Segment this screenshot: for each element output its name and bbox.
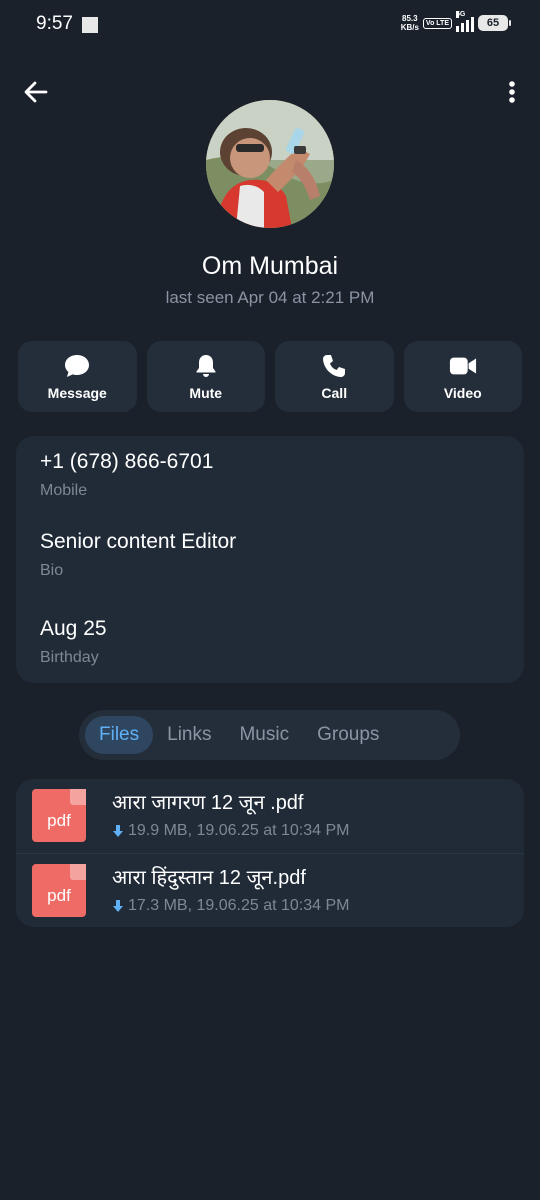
file-name: आरा हिंदुस्तान 12 जून.pdf: [112, 867, 306, 889]
files-list: pdf आरा जागरण 12 जून .pdf 19.9 MB, 19.06…: [16, 779, 524, 927]
notification-square-icon: [82, 17, 98, 33]
tab-music[interactable]: Music: [225, 716, 303, 754]
back-button[interactable]: [20, 76, 52, 108]
status-bar: 9:57 85.3 KB/s Vo LTE 5G 65: [0, 0, 540, 50]
video-label: Video: [443, 384, 482, 401]
network-speed-unit: KB/s: [400, 23, 419, 32]
bio-row[interactable]: Senior content Editor Bio: [40, 530, 236, 580]
download-arrow-icon: [113, 900, 123, 912]
bell-icon: [192, 353, 220, 379]
battery-icon: 65: [478, 15, 511, 31]
tab-links[interactable]: Links: [153, 716, 225, 754]
action-buttons: Message Mute Call Video: [18, 341, 522, 412]
arrow-left-icon: [24, 81, 48, 103]
phone-icon: [320, 353, 348, 379]
pdf-icon-text: pdf: [47, 811, 71, 830]
birthday-row[interactable]: Aug 25 Birthday: [40, 617, 107, 667]
file-meta: 19.9 MB, 19.06.25 at 10:34 PM: [112, 822, 349, 840]
info-card: +1 (678) 866-6701 Mobile Senior content …: [16, 436, 524, 683]
volte-icon: Vo LTE: [422, 17, 452, 29]
chat-bubble-icon: [63, 353, 91, 379]
birthday-date: Aug 25: [40, 617, 107, 640]
file-item[interactable]: pdf आरा जागरण 12 जून .pdf 19.9 MB, 19.06…: [16, 779, 524, 853]
file-meta: 17.3 MB, 19.06.25 at 10:34 PM: [112, 897, 349, 915]
more-vertical-icon: [509, 81, 515, 103]
media-tabs: Files Links Music Groups: [79, 710, 460, 760]
last-seen-status: last seen Apr 04 at 2:21 PM: [165, 288, 375, 307]
message-button[interactable]: Message: [18, 341, 137, 412]
phone-label: Mobile: [40, 482, 88, 499]
pdf-file-icon: pdf: [32, 864, 86, 917]
bio-text: Senior content Editor: [40, 530, 237, 553]
network-speed: 85.3 KB/s: [401, 14, 419, 32]
mute-button[interactable]: Mute: [146, 341, 265, 412]
call-label: Call: [321, 384, 348, 401]
phone-number: +1 (678) 866-6701: [40, 450, 214, 473]
signal-label: 5G: [456, 11, 466, 18]
file-meta-text: 17.3 MB, 19.06.25 at 10:34 PM: [128, 897, 350, 914]
avatar[interactable]: [206, 100, 334, 228]
more-options-button[interactable]: [504, 76, 520, 108]
profile-screen: 9:57 85.3 KB/s Vo LTE 5G 65 Om Mumbai la…: [0, 0, 540, 1200]
signal-icon: 5G: [456, 11, 474, 32]
pdf-icon-text: pdf: [47, 886, 71, 905]
file-name: आरा जागरण 12 जून .pdf: [112, 792, 304, 814]
bio-label: Bio: [40, 562, 64, 579]
phone-row[interactable]: +1 (678) 866-6701 Mobile: [40, 450, 213, 500]
download-arrow-icon: [113, 825, 123, 837]
profile-name: Om Mumbai: [201, 252, 339, 280]
avatar-photo: [206, 100, 334, 228]
file-meta-text: 19.9 MB, 19.06.25 at 10:34 PM: [128, 822, 350, 839]
network-speed-value: 85.3: [402, 14, 418, 23]
status-icons: 85.3 KB/s Vo LTE 5G 65: [401, 11, 511, 32]
video-button[interactable]: Video: [403, 341, 522, 412]
tab-groups[interactable]: Groups: [303, 716, 393, 754]
tab-files[interactable]: Files: [85, 716, 154, 754]
pdf-file-icon: pdf: [32, 789, 86, 842]
birthday-label: Birthday: [40, 649, 99, 666]
call-button[interactable]: Call: [275, 341, 394, 412]
message-label: Message: [47, 384, 107, 401]
mute-label: Mute: [189, 384, 223, 401]
video-camera-icon: [449, 353, 477, 379]
file-item[interactable]: pdf आरा हिंदुस्तान 12 जून.pdf 17.3 MB, 1…: [16, 853, 524, 927]
status-time: 9:57: [36, 13, 73, 34]
